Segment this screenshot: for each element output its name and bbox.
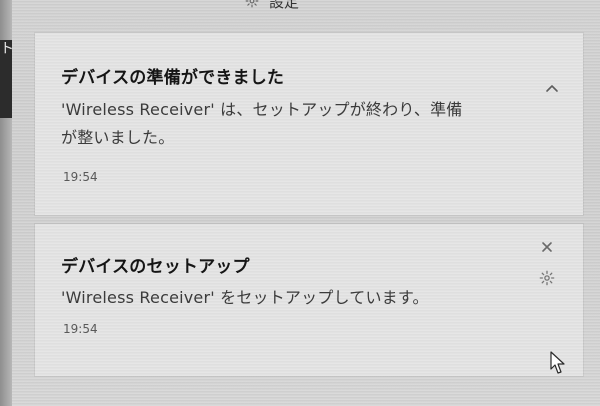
collapse-notification-button[interactable] xyxy=(541,78,563,100)
notification-card-device-ready[interactable]: デバイスの準備ができました 'Wireless Receiver' は、セットア… xyxy=(35,33,583,215)
gear-icon xyxy=(245,0,259,8)
notification-time: 19:54 xyxy=(63,322,98,336)
notification-body: 'Wireless Receiver' は、セットアップが終わり、準備 が整いま… xyxy=(61,96,531,152)
action-center-screen: ト 設定 デバイスの準備ができました 'Wireless Receiver' は… xyxy=(0,0,600,406)
left-dark-tab: ト xyxy=(0,40,14,118)
close-notification-button[interactable] xyxy=(536,236,558,258)
notification-title: デバイスのセットアップ xyxy=(61,257,250,277)
left-tab-label: ト xyxy=(0,41,14,57)
notification-body-line-1: 'Wireless Receiver' は、セットアップが終わり、準備 xyxy=(61,100,463,119)
notification-settings-button[interactable] xyxy=(536,267,558,289)
close-icon xyxy=(542,242,552,252)
gear-icon xyxy=(539,270,555,286)
notification-time: 19:54 xyxy=(63,170,98,184)
action-center-header: 設定 xyxy=(245,0,300,11)
notification-body: 'Wireless Receiver' をセットアップしています。 xyxy=(61,288,429,307)
notification-card-device-setup[interactable]: デバイスのセットアップ 'Wireless Receiver' をセットアップし… xyxy=(35,224,583,376)
header-title: 設定 xyxy=(269,0,300,11)
notification-body-line-2: が整いました。 xyxy=(61,128,175,147)
notification-title: デバイスの準備ができました xyxy=(61,68,285,88)
chevron-up-icon xyxy=(546,85,558,92)
mouse-cursor-icon xyxy=(550,351,565,374)
